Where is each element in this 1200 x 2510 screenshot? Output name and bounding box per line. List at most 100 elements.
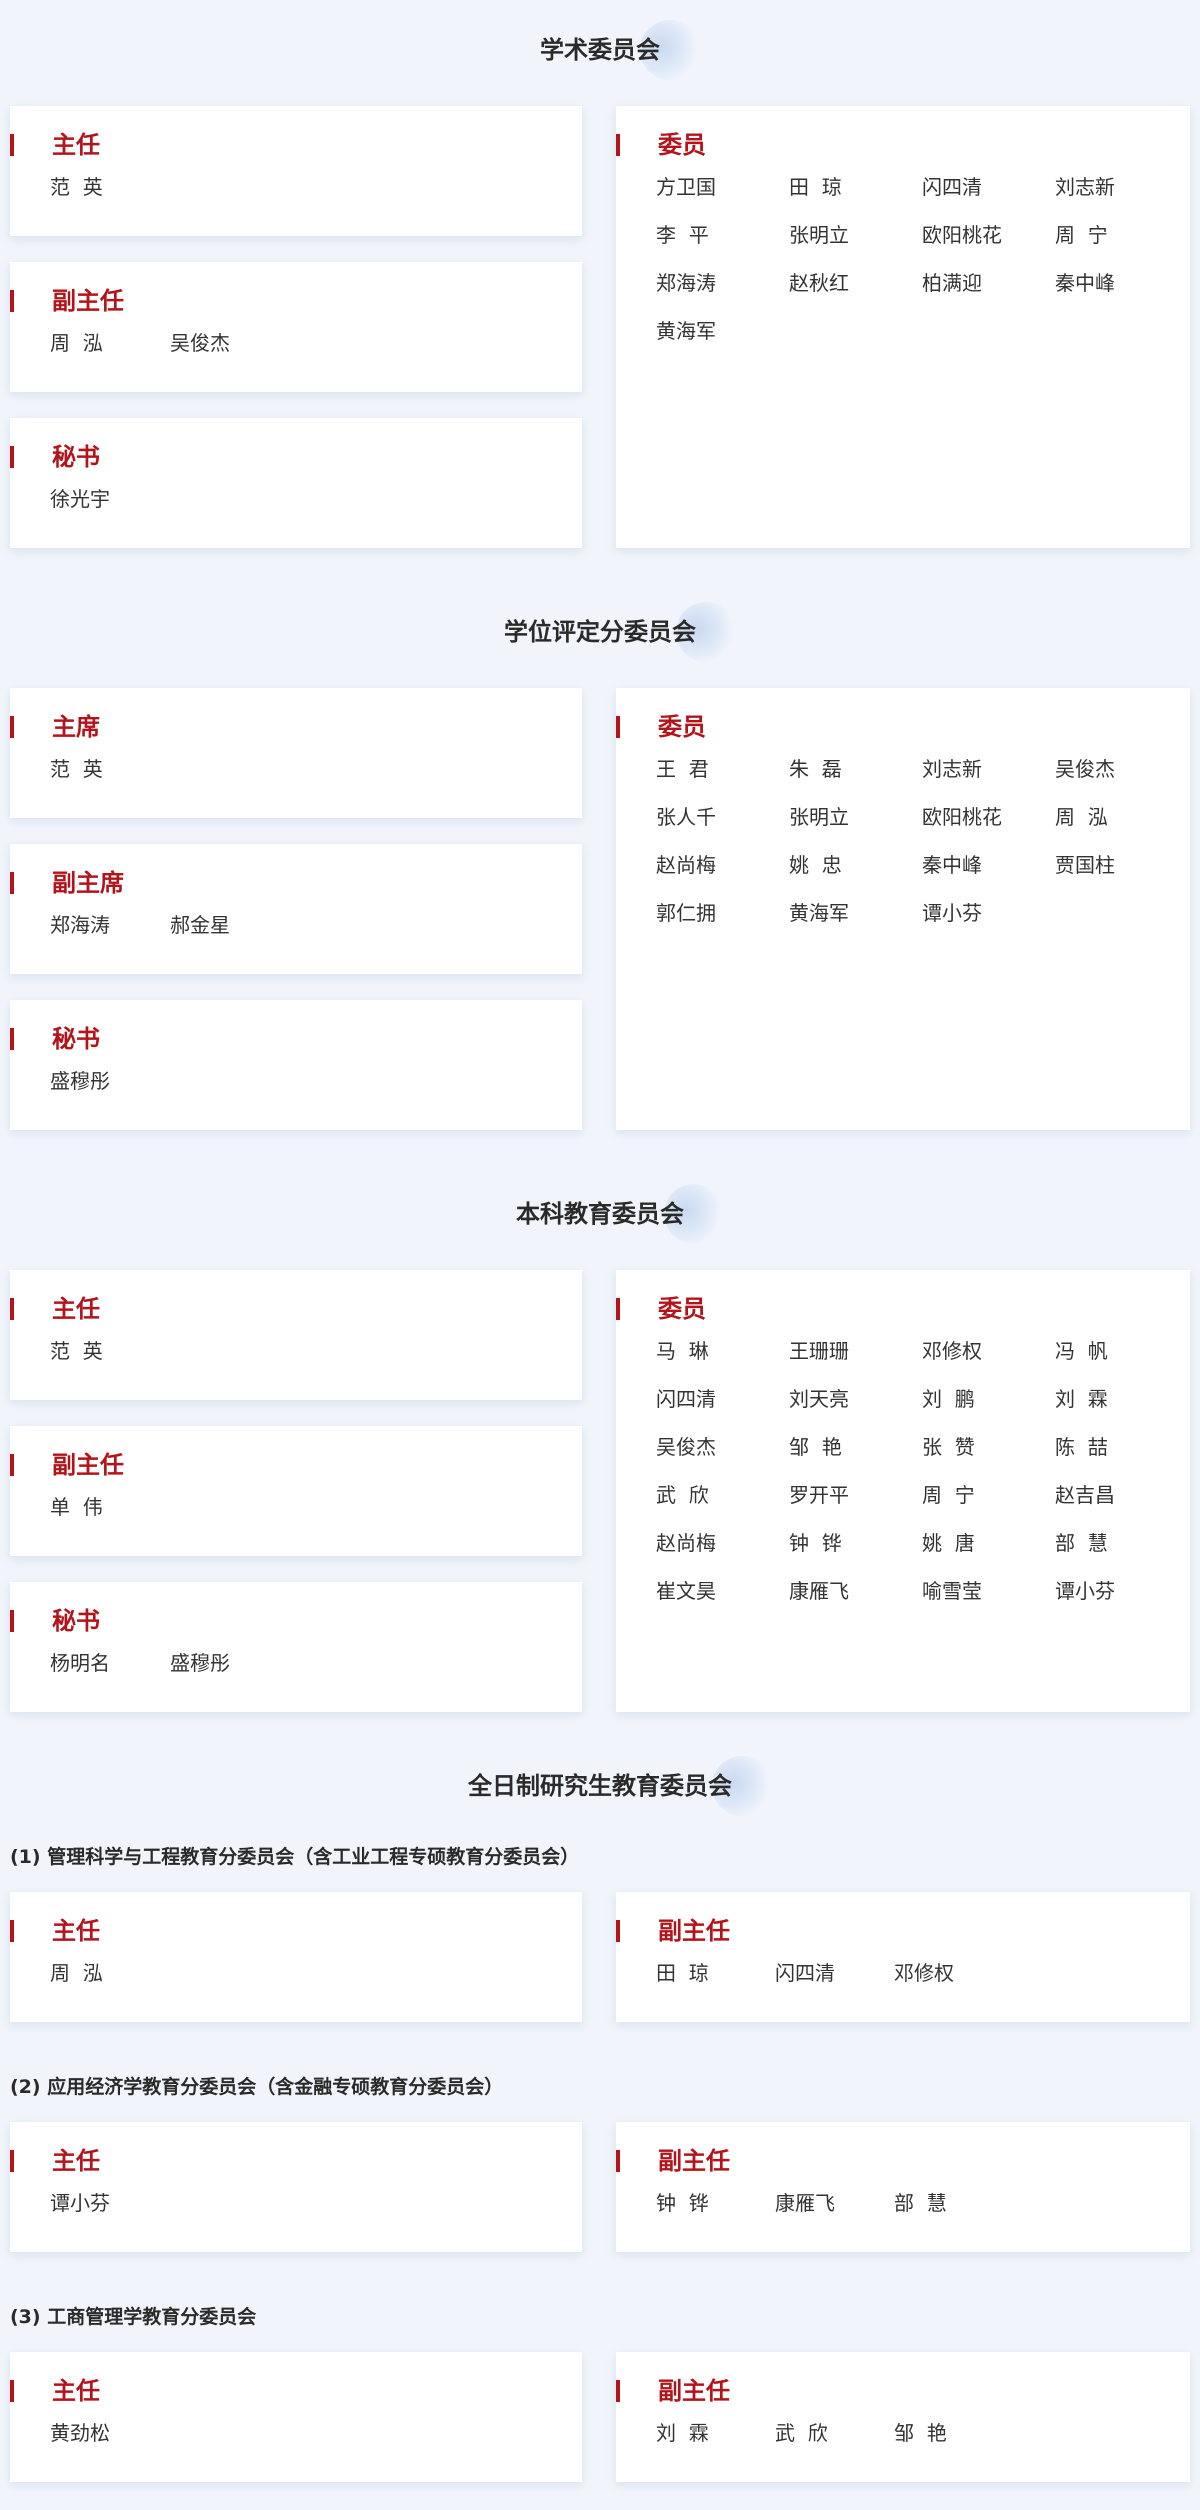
title-decoration-circle: [676, 602, 736, 662]
degree-committee-secretary-card: 秘书盛穆彤: [10, 1000, 582, 1130]
member-name: 欧阳桃花: [922, 223, 1002, 247]
undergrad-committee-director-card: 主任范 英: [10, 1270, 582, 1400]
member-name: 武 欣: [656, 1483, 709, 1507]
card-title: 副主任: [616, 2147, 730, 2175]
member-name: 郝金星: [170, 913, 230, 937]
degree-committee-chair-card: 主席范 英: [10, 688, 582, 818]
member-name: 喻雪莹: [922, 1579, 982, 1603]
member-name: 陈 喆: [1055, 1435, 1108, 1459]
member-name: 方卫国: [656, 175, 716, 199]
member-name: 邓修权: [922, 1339, 982, 1363]
sub1-director-card: 主任周 泓: [10, 1892, 582, 2022]
graduate-committee-title: 全日制研究生教育委员会: [0, 1756, 1200, 1816]
card-title: 副主任: [10, 287, 124, 315]
member-name: 盛穆彤: [170, 1651, 230, 1675]
card-title: 主任: [10, 2377, 100, 2405]
subcommittee-title: (1) 管理科学与工程教育分委员会（含工业工程专硕教育分委员会）: [10, 1846, 580, 1868]
degree-committee-members-card: 委员王 君 朱 磊 刘志新 吴俊杰 张人千 张明立 欧阳桃花 周 泓赵尚梅 姚 忠 秦中峰 贾国柱郭…: [616, 688, 1190, 1130]
member-name: 柏满迎: [922, 271, 982, 295]
member-name: 闪四清: [775, 1961, 835, 1985]
member-name: 钟 铧: [656, 2191, 709, 2215]
member-name: 王 君: [656, 757, 709, 781]
card-title: 副主任: [616, 2377, 730, 2405]
member-name: 刘天亮: [789, 1387, 849, 1411]
member-name: 周 泓: [50, 1961, 103, 1985]
academic-committee-members-card: 委员 方卫国 田 琼 闪四清 刘志新李 平 张明立 欧阳桃花 周 宁郑海涛 赵秋红 柏满迎 秦中峰黄…: [616, 106, 1190, 548]
member-name: 黄劲松: [50, 2421, 110, 2445]
subcommittee-title: (2) 应用经济学教育分委员会（含金融专硕教育分委员会）: [10, 2076, 504, 2098]
subcommittee-title: (3) 工商管理学教育分委员会: [10, 2306, 257, 2328]
member-name: 康雁飞: [789, 1579, 849, 1603]
member-name: 邓修权: [894, 1961, 954, 1985]
undergrad-committee-title: 本科教育委员会: [0, 1184, 1200, 1244]
card-title: 副主任: [10, 1451, 124, 1479]
card-title: 秘书: [10, 1025, 100, 1053]
member-name: 康雁飞: [775, 2191, 835, 2215]
member-name: 刘 霖: [1055, 1387, 1108, 1411]
member-name: 范 英: [50, 757, 103, 781]
member-name: 钟 铧: [789, 1531, 842, 1555]
academic-committee-deputy-director-card: 副主任周 泓 吴俊杰: [10, 262, 582, 392]
member-name: 刘志新: [1055, 175, 1115, 199]
member-name: 赵吉昌: [1055, 1483, 1115, 1507]
member-name: 黄海军: [789, 901, 849, 925]
member-name: 贾国柱: [1055, 853, 1115, 877]
member-name: 周 泓: [1055, 805, 1108, 829]
member-name: 田 琼: [789, 175, 842, 199]
member-name: 马 琳: [656, 1339, 709, 1363]
member-name: 李 平: [656, 223, 709, 247]
member-name: 谭小芬: [50, 2191, 110, 2215]
card-title: 主任: [10, 2147, 100, 2175]
card-title: 委员: [616, 131, 706, 159]
member-name: 郭仁拥: [656, 901, 716, 925]
member-name: 冯 帆: [1055, 1339, 1108, 1363]
sub2-deputy-director-card: 副主任钟 铧 康雁飞 部 慧: [616, 2122, 1190, 2252]
title-decoration-circle: [640, 20, 700, 80]
member-name: 邹 艳: [894, 2421, 947, 2445]
member-name: 崔文昊: [656, 1579, 716, 1603]
member-name: 田 琼: [656, 1961, 709, 1985]
member-name: 秦中峰: [922, 853, 982, 877]
card-title: 秘书: [10, 1607, 100, 1635]
committee-page: 学术委员会 主任范 英副主任周 泓吴俊杰 秘书 徐光宇 委员 方卫国田 琼闪四清 刘志新李 …: [0, 0, 1200, 2510]
card-title: 秘书: [10, 443, 100, 471]
card-title: 委员: [616, 713, 706, 741]
member-name: 武 欣: [775, 2421, 828, 2445]
academic-committee-secretary-card: 秘书 徐光宇: [10, 418, 582, 548]
member-name: 张明立: [789, 223, 849, 247]
member-name: 秦中峰: [1055, 271, 1115, 295]
academic-committee-title: 学术委员会: [0, 20, 1200, 80]
member-name: 欧阳桃花: [922, 805, 1002, 829]
member-name: 范 英: [50, 175, 103, 199]
academic-committee-director-card: 主任范 英: [10, 106, 582, 236]
sub2-director-card: 主任谭小芬: [10, 2122, 582, 2252]
undergrad-committee-deputy-director-card: 副主任单 伟: [10, 1426, 582, 1556]
card-title: 主任: [10, 1295, 100, 1323]
member-name: 范 英: [50, 1339, 103, 1363]
section-title-text: 学位评定分委员会: [498, 602, 736, 662]
member-name: 周 宁: [1055, 223, 1108, 247]
member-name: 闪四清: [656, 1387, 716, 1411]
sub1-deputy-director-card: 副主任田 琼 闪四清 邓修权: [616, 1892, 1190, 2022]
member-name: 盛穆彤: [50, 1069, 110, 1093]
card-title: 副主任: [616, 1917, 730, 1945]
member-name: 黄海军: [656, 319, 716, 343]
member-name: 张明立: [789, 805, 849, 829]
member-name: 刘 霖: [656, 2421, 709, 2445]
member-name: 姚 唐: [922, 1531, 975, 1555]
member-name: 赵尚梅: [656, 1531, 716, 1555]
member-name: 赵尚梅: [656, 853, 716, 877]
member-name: 王珊珊: [789, 1339, 849, 1363]
title-decoration-circle: [712, 1756, 772, 1816]
member-name: 郑海涛: [50, 913, 110, 937]
section-title-text: 本科教育委员会: [510, 1184, 724, 1244]
undergrad-committee-secretary-card: 秘书 杨明名 盛穆彤: [10, 1582, 582, 1712]
card-title: 主席: [10, 713, 100, 741]
degree-committee-title: 学位评定分委员会: [0, 602, 1200, 662]
member-name: 罗开平: [789, 1483, 849, 1507]
degree-committee-vice-chair-card: 副主席 郑海涛 郝金星: [10, 844, 582, 974]
undergrad-committee-members-card: 委员马 琳 王珊珊 邓修权 冯 帆闪四清 刘天亮 刘 鹏 刘 霖吴俊杰 邹 艳 张 赞 陈 喆武 …: [616, 1270, 1190, 1712]
section-title-text: 全日制研究生教育委员会: [462, 1756, 772, 1816]
member-name: 邹 艳: [789, 1435, 842, 1459]
member-name: 刘 鹏: [922, 1387, 975, 1411]
